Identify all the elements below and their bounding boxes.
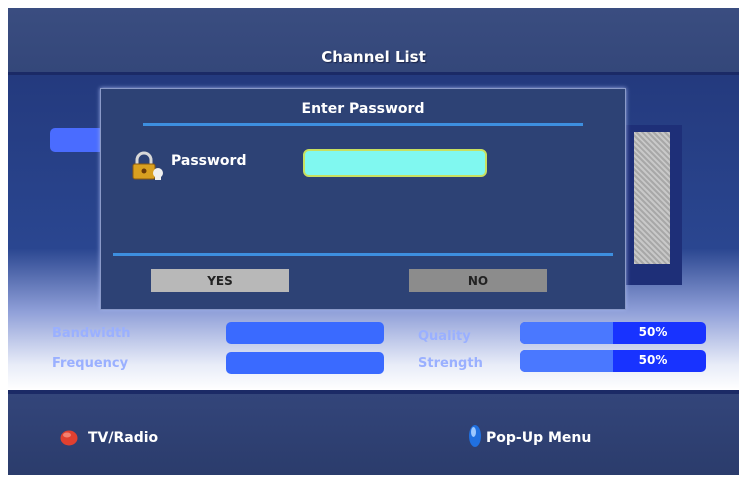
password-field[interactable]: [303, 149, 487, 177]
password-dialog: Enter Password Password YES NO: [100, 88, 626, 310]
bandwidth-label: Bandwidth: [52, 326, 131, 341]
quality-bar: 50%: [520, 322, 706, 344]
red-button-icon: [60, 430, 78, 446]
frequency-value: [226, 352, 384, 374]
password-label: Password: [171, 153, 247, 169]
bandwidth-value: [226, 322, 384, 344]
popup-menu-hint: Pop-Up Menu: [486, 430, 592, 446]
page-title: Channel List: [321, 48, 426, 66]
blue-button-icon: [469, 425, 481, 447]
strength-value: 50%: [638, 353, 668, 367]
lock-icon: [132, 151, 163, 180]
quality-label: Quality: [418, 329, 471, 344]
tv-radio-hint: TV/Radio: [88, 430, 159, 446]
no-button[interactable]: NO: [409, 269, 547, 292]
header: Channel List: [8, 8, 739, 72]
scrollbar[interactable]: [634, 132, 670, 264]
dialog-title: Enter Password: [301, 101, 425, 117]
frequency-label: Frequency: [52, 356, 129, 371]
quality-value: 50%: [638, 325, 668, 339]
strength-bar: 50%: [520, 350, 706, 372]
dialog-title-divider: [143, 123, 583, 126]
yes-button[interactable]: YES: [151, 269, 289, 292]
dialog-bottom-divider: [113, 253, 613, 256]
strength-label: Strength: [418, 356, 483, 371]
